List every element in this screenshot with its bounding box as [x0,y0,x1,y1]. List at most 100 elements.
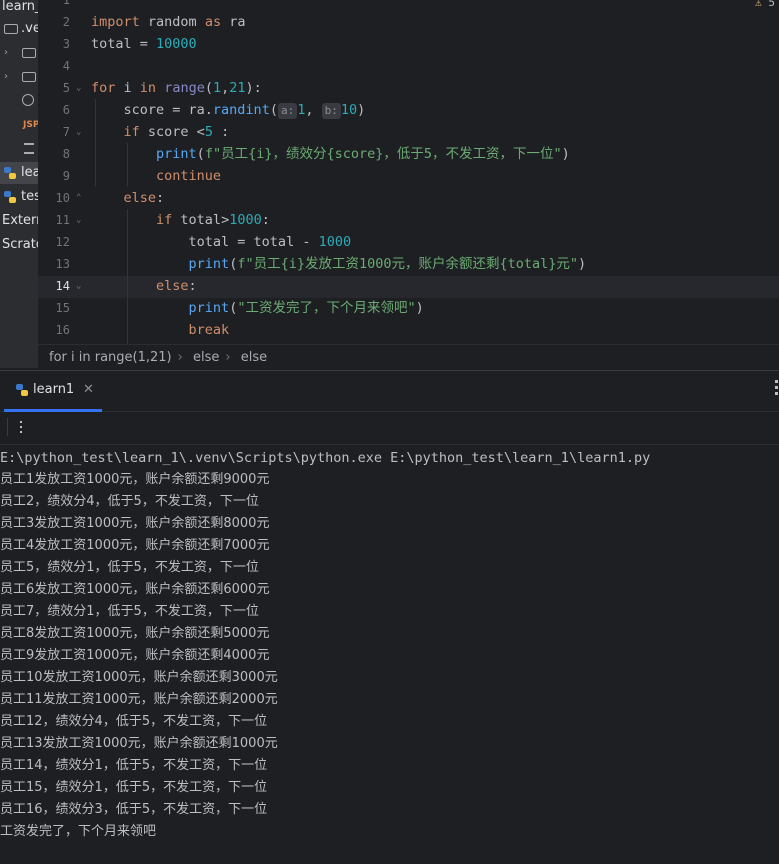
code-line-12: total = total - 1000 [91,234,352,250]
folder-icon [4,24,18,34]
code-line-8: print(f"员工{i}，绩效分{score}，低于5，不发工资，下一位") [156,146,570,162]
python-file-icon [4,167,16,179]
run-tab-bar: learn1 ✕ [0,371,779,412]
chevron-right-icon[interactable]: › [4,66,8,88]
text-file-icon [24,143,34,154]
console-line: 员工2，绩效分4，低于5，不发工资，下一位 [0,494,259,509]
line-number: 5 [62,81,70,95]
folder-icon [22,72,36,82]
tree-item-label: .venv [21,21,38,36]
line-gutter: 1 2 3 4 5 6 7 8 9 10 11 12 13 14 15 16 ⌄… [38,0,86,344]
code-line-15: print("工资发完了，下个月来领吧") [188,300,424,316]
code-line-11: if total>1000: [156,212,270,228]
line-number: 13 [55,257,70,271]
console-line: 员工9发放工资1000元，账户余额还剩4000元 [0,648,270,663]
breadcrumb-item[interactable]: else [241,350,267,365]
warning-icon: ⚠ [755,0,762,9]
breadcrumb-separator-icon: › [177,350,183,365]
more-options-icon[interactable] [775,380,779,398]
line-number: 2 [62,15,70,29]
console-line: 员工10发放工资1000元，账户余额还剩3000元 [0,670,278,685]
run-tab[interactable]: learn1 ✕ [4,371,102,412]
console-line: 员工13发放工资1000元，账户余额还剩1000元 [0,736,278,751]
tree-item-text[interactable] [0,138,38,160]
code-editor[interactable]: ⚠ 5 1 2 3 4 5 6 7 8 9 10 11 12 13 14 15 … [38,0,779,344]
line-number: 7 [62,125,70,139]
warning-count: 5 [768,0,775,9]
fold-arrow-icon[interactable]: ⌄ [76,77,81,99]
chevron-right-icon[interactable]: › [4,42,8,64]
tree-item-folder[interactable]: › [0,42,38,64]
line-number: 9 [62,169,70,183]
console-line: 员工11发放工资1000元，账户余额还剩2000元 [0,692,278,707]
line-number: 3 [62,37,70,51]
tree-item-label: Scratches and Consoles [2,237,38,252]
toolbar-more-icon[interactable] [20,421,23,433]
tree-item-excluded[interactable] [0,90,38,112]
line-number: 1 [62,0,70,7]
console-line: 员工5，绩效分1，低于5，不发工资，下一位 [0,560,259,575]
code-line-5: for i in range(1,21): [91,80,262,96]
fold-arrow-icon[interactable]: ⌄ [76,275,81,297]
console-line: 员工16，绩效分3，低于5，不发工资，下一位 [0,802,268,817]
tree-item-jsp[interactable]: JSP [0,114,38,136]
close-tab-icon[interactable]: ✕ [83,371,94,409]
console-line: 员工4发放工资1000元，账户余额还剩7000元 [0,538,270,553]
breadcrumb: for i in range(1,21) › else › else [38,344,779,371]
console-line: 员工1发放工资1000元，账户余额还剩9000元 [0,472,270,487]
breadcrumb-item[interactable]: for i in range(1,21) [49,350,172,365]
python-file-icon [4,191,16,203]
console-line: 员工6发放工资1000元，账户余额还剩6000元 [0,582,270,597]
fold-arrow-icon[interactable]: ⌄ [76,121,81,143]
line-number: 8 [62,147,70,161]
tree-item-folder[interactable]: › [0,66,38,88]
console-line: 员工15，绩效分1，低于5，不发工资，下一位 [0,780,268,795]
line-number-current: 14 [55,279,70,293]
run-tab-label: learn1 [33,382,75,397]
jsp-file-icon: JSP [23,120,38,130]
console-line: 员工7，绩效分1，低于5，不发工资，下一位 [0,604,259,619]
code-line-16: break [188,322,230,338]
tree-item-external-libraries[interactable]: External Libraries [0,210,38,232]
code-line-3: total = 10000 [91,36,197,52]
code-line-13: print(f"员工{i}发放工资1000元，账户余额还剩{total}元") [188,256,587,272]
tree-item-label: External Libraries [2,213,38,228]
folder-icon [22,48,36,58]
console-line: 员工14，绩效分1，低于5，不发工资，下一位 [0,758,268,773]
run-tool-window: learn1 ✕ E:\python_test\learn_1\.venv\Sc… [0,370,779,864]
tree-item-learn1[interactable]: learn1.py [0,162,38,184]
console-output[interactable]: E:\python_test\learn_1\.venv\Scripts\pyt… [0,447,779,862]
breadcrumb-item[interactable]: else [193,350,219,365]
line-number: 4 [62,59,70,73]
tree-item-label: learn1.py [21,165,38,180]
tree-item-venv[interactable]: .venv [0,18,38,40]
excluded-icon [22,94,34,106]
line-number: 11 [55,213,70,227]
project-root-label: learn_ [2,0,38,14]
fold-arrow-icon[interactable]: ⌄ [76,209,81,231]
line-number: 16 [55,323,70,337]
line-number: 15 [55,301,70,315]
python-run-icon [16,384,28,396]
line-number: 12 [55,235,70,249]
line-number: 6 [62,103,70,117]
tree-item-label: test.py [21,189,38,204]
code-line-9: continue [156,168,222,184]
code-line-6: score = ra.randint(a: 1, b: 10) [91,102,366,119]
tree-item-scratches[interactable]: Scratches and Consoles [0,234,38,256]
param-hint-a: a: [277,103,298,119]
code-line-10: else: [123,190,165,206]
code-line-14: else: [156,278,197,294]
line-number: 10 [55,191,70,205]
console-line: 工资发完了，下个月来领吧 [0,824,157,839]
inspection-widget[interactable]: ⚠ 5 [755,0,775,9]
console-line: 员工8发放工资1000元，账户余额还剩5000元 [0,626,270,641]
param-hint-b: b: [321,103,341,119]
run-toolbar [0,412,779,445]
project-root-item[interactable]: learn_ [0,0,38,18]
fold-arrow-icon[interactable]: ⌃ [76,187,81,209]
console-line: 员工12，绩效分4，低于5，不发工资，下一位 [0,714,268,729]
tree-item-test[interactable]: test.py [0,186,38,208]
toolbar-divider [7,418,8,436]
project-sidebar: learn_ .venv › › JSP learn1.py test.py E… [0,0,38,368]
